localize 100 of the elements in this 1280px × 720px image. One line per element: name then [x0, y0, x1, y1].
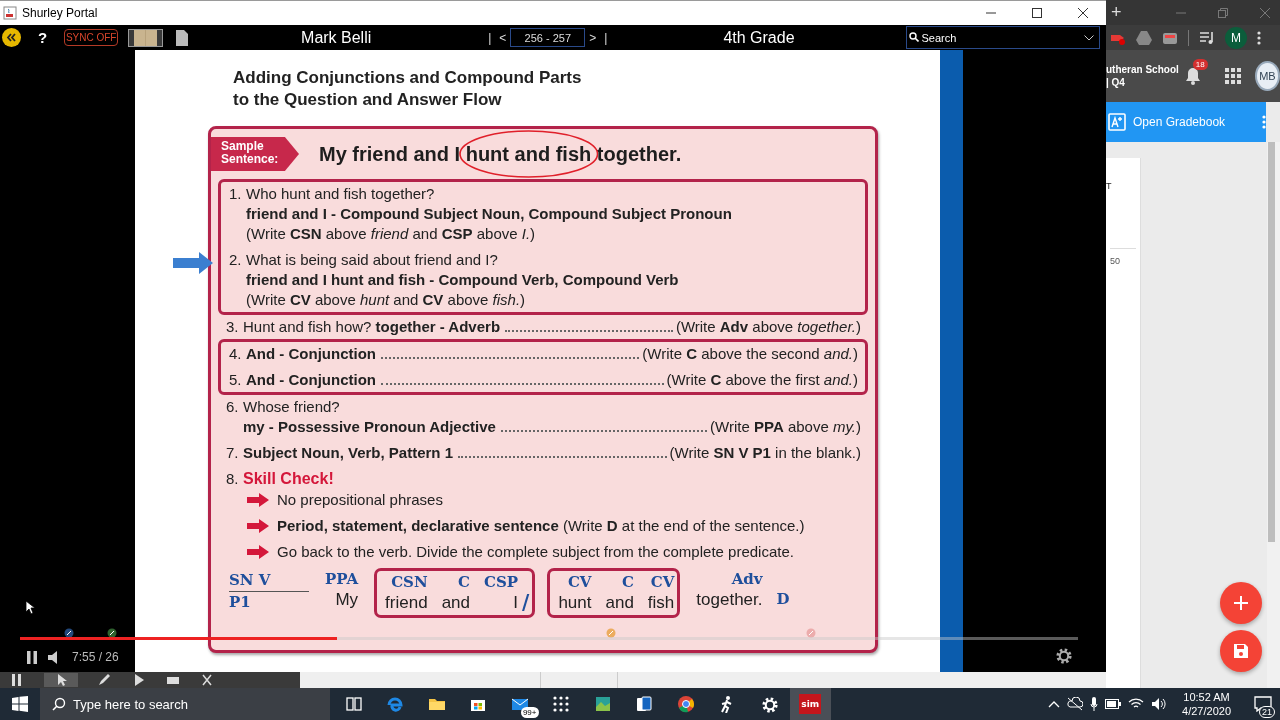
wifi-icon[interactable] [1128, 698, 1145, 710]
step-note: (Write C above the first and.) [666, 370, 858, 390]
step-text: What is being said about friend and I? [246, 250, 498, 270]
skill-check-heading: Skill Check! [243, 469, 335, 489]
network-off-icon[interactable] [1067, 697, 1084, 711]
taskbar-button[interactable]: sim [789, 688, 831, 720]
teacher-name: Mark Belli [300, 28, 373, 47]
clock-date[interactable]: 4/27/2020 [1182, 704, 1231, 718]
user-avatar[interactable]: MB [1254, 61, 1280, 91]
taskbar-button[interactable]: 99+ [499, 688, 541, 720]
browser-icon [676, 695, 695, 713]
part-label: CSN [391, 573, 428, 592]
account-avatar[interactable]: M [1225, 26, 1247, 49]
bullet-text: Go back to the verb. Divide the complete subject from the complete predicate. [277, 542, 794, 562]
restore-icon[interactable] [1218, 7, 1228, 18]
help-button[interactable]: ? [38, 29, 48, 46]
lesson-title: Adding Conjunctions and Compound Parts to the Question and Answer Flow [233, 67, 583, 111]
part-label: Adv [731, 570, 763, 589]
step-note: (Write Adv above together.) [675, 317, 861, 337]
app-icon [3, 6, 17, 20]
grade-label: 4th Grade [722, 28, 796, 47]
layout-button[interactable] [128, 28, 164, 47]
playlist-icon[interactable] [1199, 29, 1215, 46]
time-display: 7:55 / 26 [72, 650, 119, 664]
double-chevron-icon [2, 28, 21, 47]
add-button[interactable] [1220, 582, 1262, 624]
page-button[interactable] [176, 29, 189, 46]
step-text: Who hunt and fish together? [246, 184, 435, 204]
scrollbar[interactable] [1267, 142, 1280, 688]
step-number: 1. [229, 184, 243, 204]
previous-page-button[interactable]: < [495, 30, 511, 45]
save-button[interactable] [1220, 630, 1262, 672]
sample-label: Sample Sentence: [211, 137, 299, 171]
bell-icon[interactable] [1184, 67, 1201, 85]
sentence-word: I [513, 592, 519, 613]
bullet-text: Period, statement, declarative sentence (Write D at the end of the sentence.) [277, 516, 805, 536]
apps-grid-icon[interactable] [1224, 68, 1241, 84]
cards-icon [635, 695, 654, 713]
step-text: friend and I - Compound Subject Noun, Compound Subject Pronoun [246, 204, 732, 224]
card-text: 50 [1110, 256, 1120, 266]
play-icon[interactable] [132, 674, 146, 686]
marker-icon [806, 628, 816, 638]
back-button[interactable] [2, 28, 21, 47]
last-page-button[interactable]: | [600, 30, 612, 45]
sentence-word: and [441, 592, 470, 613]
volume-icon[interactable] [1151, 697, 1168, 711]
marker-icon [606, 628, 616, 638]
chevron-up-icon[interactable] [1048, 700, 1061, 708]
windows-logo-icon [12, 696, 28, 712]
progress-bar[interactable] [20, 637, 1078, 640]
battery-icon[interactable] [1105, 699, 1122, 709]
bullet-text: No prepositional phrases [277, 490, 443, 510]
pause-icon[interactable] [26, 650, 38, 664]
save-icon [1233, 643, 1249, 659]
step-text: Hunt and fish how? together - Adverb [243, 317, 501, 337]
part-label: CV [567, 573, 592, 592]
browser-icon [386, 695, 405, 713]
search-field[interactable]: Search [906, 26, 1101, 49]
taskbar-search-field[interactable]: Type here to search [40, 688, 330, 720]
step-number: 8. [226, 469, 240, 489]
dialpad-icon [552, 695, 571, 713]
notification-badge: 18 [1192, 59, 1208, 70]
pause-icon[interactable] [10, 674, 24, 686]
arrow-bullet-icon [247, 545, 269, 559]
step-note: (Write C above the second and.) [642, 344, 858, 364]
part-label: PPA [325, 570, 359, 589]
search-icon [909, 32, 920, 42]
grade-icon [1108, 113, 1126, 131]
new-tab-button[interactable]: + [1109, 2, 1124, 23]
scroll-thumb[interactable] [1268, 142, 1275, 542]
page-range-field[interactable]: 256 - 257 [510, 28, 586, 47]
close-icon[interactable] [200, 674, 214, 686]
marker-icon [107, 628, 117, 638]
arrow-bullet-icon [247, 519, 269, 533]
settings-icon[interactable] [1054, 646, 1074, 666]
more-icon[interactable] [1257, 30, 1261, 45]
eraser-icon[interactable] [166, 674, 180, 686]
step-text: Subject Noun, Verb, Pattern 1 [243, 443, 454, 463]
microphone-icon[interactable] [1090, 697, 1099, 711]
search-icon [52, 697, 66, 711]
next-page-button[interactable]: > [585, 30, 601, 45]
step-text: (Write CV above hunt and CV above fish.) [246, 290, 526, 310]
sync-button[interactable]: SYNC OFF [64, 29, 119, 46]
window-title: Shurley Portal [22, 6, 98, 20]
term-label: | Q4 [1106, 76, 1126, 89]
card-text: T [1106, 181, 1112, 191]
school-name: utheran School [1106, 63, 1179, 76]
triangle-icon[interactable] [1136, 29, 1152, 46]
step-text: And - Conjunction [246, 344, 376, 364]
sentence-word: My [335, 589, 359, 610]
arrow-bullet-icon [247, 493, 269, 507]
clock-time[interactable]: 10:52 AM [1182, 690, 1231, 704]
sentence-word: together. [696, 589, 763, 610]
step-text: And - Conjunction [246, 370, 376, 390]
chevron-down-icon[interactable] [1084, 35, 1095, 41]
pencil-icon[interactable] [98, 674, 112, 686]
close-icon [1078, 8, 1088, 18]
sentence-word: friend [385, 592, 428, 613]
first-page-button[interactable]: | [484, 30, 496, 45]
notification-count: 21 [1259, 706, 1275, 718]
